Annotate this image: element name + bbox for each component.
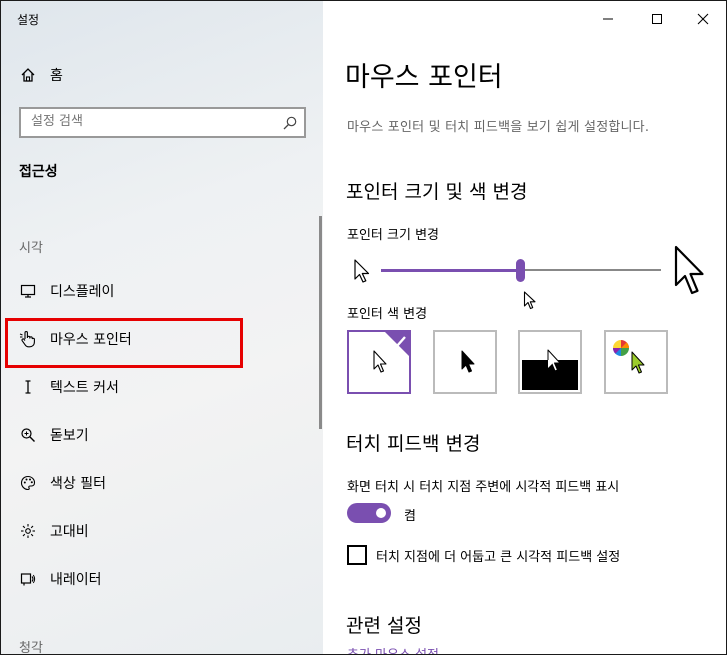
checkmark-icon xyxy=(373,332,409,373)
darker-feedback-checkbox[interactable] xyxy=(347,545,367,565)
minimize-icon xyxy=(602,10,614,29)
sidebar-item-narrator[interactable]: 내레이터 xyxy=(1,559,323,599)
sidebar-item-magnifier[interactable]: 돋보기 xyxy=(1,415,323,455)
toggle-state-label: 켬 xyxy=(404,509,416,524)
sidebar: 설정 홈 접근성 시각 디스플레이 마우스 포인터 xyxy=(1,1,323,655)
palette-icon xyxy=(19,474,37,492)
sidebar-item-label: 내레이터 xyxy=(50,572,102,588)
maximize-button[interactable] xyxy=(643,5,671,33)
close-button[interactable] xyxy=(689,5,717,33)
touch-section-title: 터치 피드백 변경 xyxy=(346,433,481,455)
sidebar-item-label: 텍스트 커서 xyxy=(50,380,119,396)
touch-feedback-label: 화면 터치 시 터치 지점 주변에 시각적 피드백 표시 xyxy=(347,480,620,495)
sidebar-item-label: 돋보기 xyxy=(50,428,89,444)
text-cursor-icon xyxy=(19,378,37,396)
small-pointer-icon xyxy=(353,259,371,289)
sidebar-item-label: 홈 xyxy=(50,68,63,84)
main-content: 마우스 포인터 마우스 포인터 및 터치 피드백을 보기 쉽게 설정합니다. 포… xyxy=(323,1,726,654)
section-title: 접근성 xyxy=(19,164,58,180)
darker-feedback-label: 터치 지점에 더 어둡고 큰 시각적 피드백 설정 xyxy=(376,550,621,565)
sidebar-item-color-filter[interactable]: 색상 필터 xyxy=(1,463,323,503)
large-pointer-icon xyxy=(673,245,705,303)
page-title: 마우스 포인터 xyxy=(345,62,503,93)
toggle-knob xyxy=(376,508,386,518)
additional-mouse-settings-link[interactable]: 추가 마우스 설정 xyxy=(347,644,439,654)
sidebar-item-label: 디스플레이 xyxy=(50,284,115,300)
pointer-color-white-tile[interactable] xyxy=(347,330,411,394)
home-icon xyxy=(19,66,37,84)
inverted-pointer-icon xyxy=(522,349,578,390)
mouse-cursor-icon xyxy=(523,291,537,315)
size-slider-track[interactable] xyxy=(521,269,661,271)
sidebar-item-label: 색상 필터 xyxy=(50,476,106,492)
touch-feedback-toggle[interactable] xyxy=(347,503,391,523)
highlight-annotation-box xyxy=(5,318,243,368)
black-pointer-icon xyxy=(461,350,475,373)
sidebar-item-text-cursor[interactable]: 텍스트 커서 xyxy=(1,367,323,407)
color-label: 포인터 색 변경 xyxy=(347,307,428,322)
group-label-vision: 시각 xyxy=(19,241,43,256)
app-title: 설정 xyxy=(17,13,40,27)
size-label: 포인터 크기 변경 xyxy=(347,228,439,243)
search-box[interactable] xyxy=(19,107,306,138)
sidebar-item-display[interactable]: 디스플레이 xyxy=(1,271,323,311)
search-input[interactable] xyxy=(31,114,271,129)
sidebar-scrollbar[interactable] xyxy=(319,216,322,429)
pointer-color-custom-tile[interactable] xyxy=(604,330,668,394)
maximize-icon xyxy=(651,10,663,29)
close-icon xyxy=(697,10,709,29)
monitor-icon xyxy=(19,282,37,300)
narrator-icon xyxy=(19,570,37,588)
search-icon[interactable] xyxy=(282,115,298,131)
size-slider-filled xyxy=(381,269,521,272)
pointer-color-inverted-tile[interactable] xyxy=(518,330,582,394)
page-description: 마우스 포인터 및 터치 피드백을 보기 쉽게 설정합니다. xyxy=(347,120,650,135)
related-settings-title: 관련 설정 xyxy=(346,615,422,637)
sidebar-item-label: 고대비 xyxy=(50,524,89,540)
magnifier-icon xyxy=(19,426,37,444)
size-slider-thumb[interactable] xyxy=(516,259,525,282)
pointer-color-black-tile[interactable] xyxy=(433,330,497,394)
settings-window: 설정 홈 접근성 시각 디스플레이 마우스 포인터 xyxy=(0,0,727,655)
sidebar-item-home[interactable]: 홈 xyxy=(1,55,323,95)
pointer-section-title: 포인터 크기 및 색 변경 xyxy=(346,181,528,203)
sidebar-item-high-contrast[interactable]: 고대비 xyxy=(1,511,323,551)
minimize-button[interactable] xyxy=(594,5,622,33)
color-wheel-icon xyxy=(613,340,645,374)
group-label-hearing: 청각 xyxy=(19,641,43,655)
contrast-icon xyxy=(19,522,37,540)
